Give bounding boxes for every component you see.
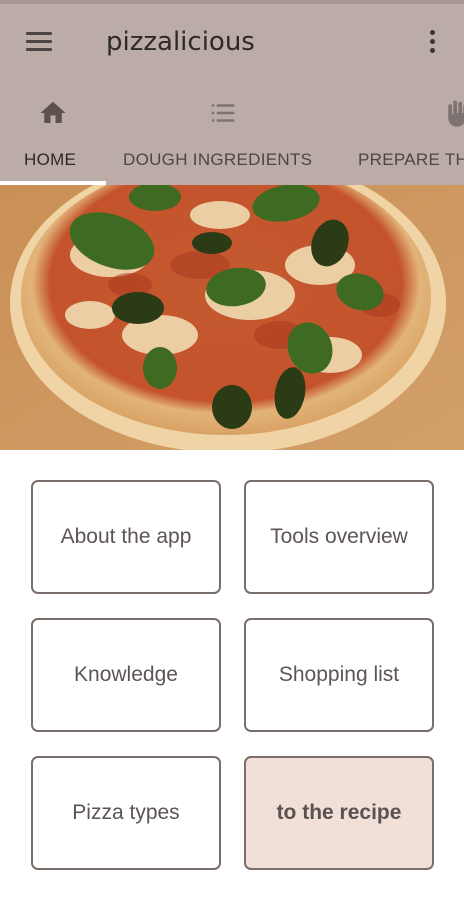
home-icon (40, 101, 66, 123)
tab-prepare-dough-label: PREPARE THE DOUGH (358, 150, 464, 169)
app-bar: pizzalicious HOME DOUGH INGREDIENTS PREP… (0, 0, 464, 185)
tab-dough-ingredients-label: DOUGH INGREDIENTS (123, 150, 313, 169)
hand-icon (448, 100, 464, 127)
tab-dough-ingredients[interactable]: DOUGH INGREDIENTS (106, 92, 338, 185)
to-the-recipe-button[interactable]: to the recipe (244, 756, 434, 870)
more-vertical-icon[interactable] (420, 26, 444, 58)
shopping-list-button[interactable]: Shopping list (244, 618, 434, 732)
about-app-button[interactable]: About the app (31, 480, 221, 594)
status-strip (0, 0, 464, 4)
tools-overview-button[interactable]: Tools overview (244, 480, 434, 594)
tab-bar: HOME DOUGH INGREDIENTS PREPARE THE DOUGH (0, 92, 464, 185)
app-title: pizzalicious (106, 27, 255, 57)
list-icon (211, 104, 235, 122)
tab-home-label: HOME (24, 150, 77, 169)
pizza-hero-image (0, 185, 464, 450)
hamburger-menu-icon[interactable] (22, 27, 58, 57)
tab-prepare-dough[interactable]: PREPARE THE DOUGH (338, 92, 464, 185)
knowledge-button[interactable]: Knowledge (31, 618, 221, 732)
pizza-types-button[interactable]: Pizza types (31, 756, 221, 870)
pizza-photo (0, 185, 464, 450)
tab-home[interactable]: HOME (0, 92, 106, 185)
